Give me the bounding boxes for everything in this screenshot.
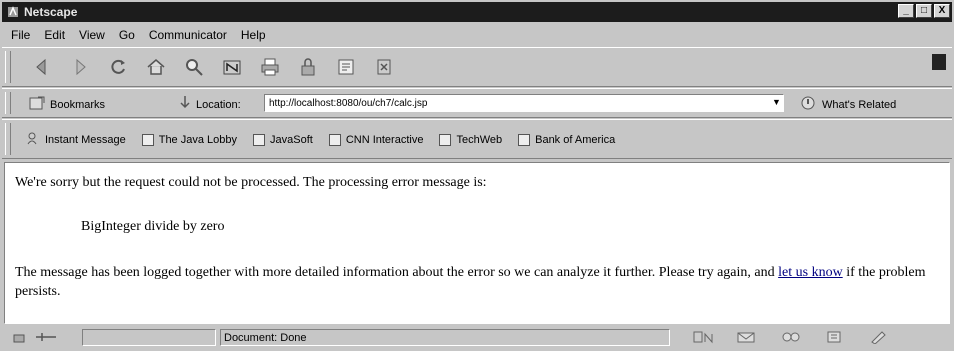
minimize-button[interactable]: _ [898, 4, 914, 18]
window-controls: _ □ X [898, 4, 950, 18]
bookmark-icon [28, 95, 46, 114]
bookmark-page-icon [518, 133, 531, 146]
browser-window: Netscape _ □ X File Edit View Go Communi… [0, 0, 954, 351]
link-bank-of-america[interactable]: Bank of America [518, 131, 615, 148]
whats-related-button[interactable]: What's Related [800, 95, 896, 114]
location-label: Location: [196, 98, 241, 111]
window-title: Netscape [24, 5, 78, 19]
navigation-toolbar [2, 47, 952, 87]
menu-help[interactable]: Help [234, 28, 273, 42]
link-cnn-interactive[interactable]: CNN Interactive [328, 131, 424, 148]
link-java-lobby[interactable]: The Java Lobby [141, 131, 237, 148]
url-dropdown-icon[interactable]: ▼ [772, 97, 781, 107]
status-panel-progress [82, 329, 216, 346]
whats-related-icon [800, 95, 818, 114]
followup-text-start: The message has been logged together wit… [15, 265, 779, 280]
nav-buttons [30, 54, 396, 80]
menu-go[interactable]: Go [112, 28, 142, 42]
component-bar [692, 330, 890, 347]
let-us-know-link[interactable]: let us know [778, 265, 843, 280]
reload-icon[interactable] [106, 54, 130, 80]
signal-icon[interactable] [34, 330, 58, 347]
page-content: We're sorry but the request could not be… [4, 162, 950, 324]
toolbar-grip[interactable] [5, 123, 11, 155]
url-input[interactable] [264, 94, 784, 112]
bookmarks-label: Bookmarks [50, 98, 106, 111]
maximize-button[interactable]: □ [916, 4, 932, 18]
link-instant-message[interactable]: Instant Message [26, 131, 126, 148]
mail-icon[interactable] [736, 330, 758, 347]
home-icon[interactable] [144, 54, 168, 80]
print-icon[interactable] [258, 54, 282, 80]
link-label: Instant Message [45, 133, 126, 146]
address-book-icon[interactable] [824, 330, 846, 347]
error-intro-text: We're sorry but the request could not be… [15, 175, 487, 190]
toolbar-grip[interactable] [5, 92, 11, 114]
bookmarks-button[interactable]: Bookmarks [28, 95, 105, 114]
link-techweb[interactable]: TechWeb [439, 131, 502, 148]
link-label: CNN Interactive [345, 133, 424, 146]
error-followup-text: The message has been logged together wit… [15, 263, 935, 301]
whats-related-label: What's Related [822, 98, 897, 111]
netscape-icon[interactable] [220, 54, 244, 80]
shop-icon[interactable] [334, 54, 358, 80]
location-toolbar: Bookmarks Location: ▼ What's Related [2, 88, 952, 118]
link-label: The Java Lobby [158, 133, 237, 146]
link-label: TechWeb [456, 133, 503, 146]
back-icon[interactable] [30, 54, 54, 80]
search-icon[interactable] [182, 54, 206, 80]
menu-file[interactable]: File [4, 28, 37, 42]
security-icon[interactable] [296, 54, 320, 80]
bookmark-page-icon [253, 133, 265, 146]
bookmark-page-icon [328, 133, 341, 146]
composer-icon[interactable] [868, 330, 890, 347]
status-bar: Document: Done [2, 326, 952, 349]
menu-view[interactable]: View [72, 28, 112, 42]
close-button[interactable]: X [934, 4, 950, 18]
status-text: Document: Done [224, 332, 307, 344]
netscape-app-icon [6, 5, 20, 19]
navigator-icon[interactable] [692, 330, 714, 347]
netscape-logo [932, 54, 946, 70]
personal-links: Instant Message The Java Lobby JavaSoft … [26, 131, 615, 148]
location-icon [178, 95, 192, 114]
toolbar-grip[interactable] [5, 51, 11, 83]
menu-communicator[interactable]: Communicator [142, 28, 234, 42]
link-label: JavaSoft [270, 133, 313, 146]
menu-bar: File Edit View Go Communicator Help [4, 26, 273, 44]
location-label-group: Location: [178, 95, 241, 114]
bookmark-page-icon [439, 133, 452, 146]
connection-icon[interactable] [12, 330, 26, 347]
stop-icon[interactable] [372, 54, 396, 80]
link-javasoft[interactable]: JavaSoft [253, 131, 313, 148]
error-message-text: BigInteger divide by zero [81, 219, 225, 234]
personal-toolbar: Instant Message The Java Lobby JavaSoft … [2, 119, 952, 159]
status-left-icons [12, 330, 58, 347]
instant-message-icon [26, 131, 40, 148]
bookmark-page-icon [141, 133, 154, 146]
menu-edit[interactable]: Edit [37, 28, 72, 42]
link-label: Bank of America [535, 133, 616, 146]
forward-icon[interactable] [68, 54, 92, 80]
discussions-icon[interactable] [780, 330, 802, 347]
title-bar: Netscape _ □ X [2, 2, 952, 22]
